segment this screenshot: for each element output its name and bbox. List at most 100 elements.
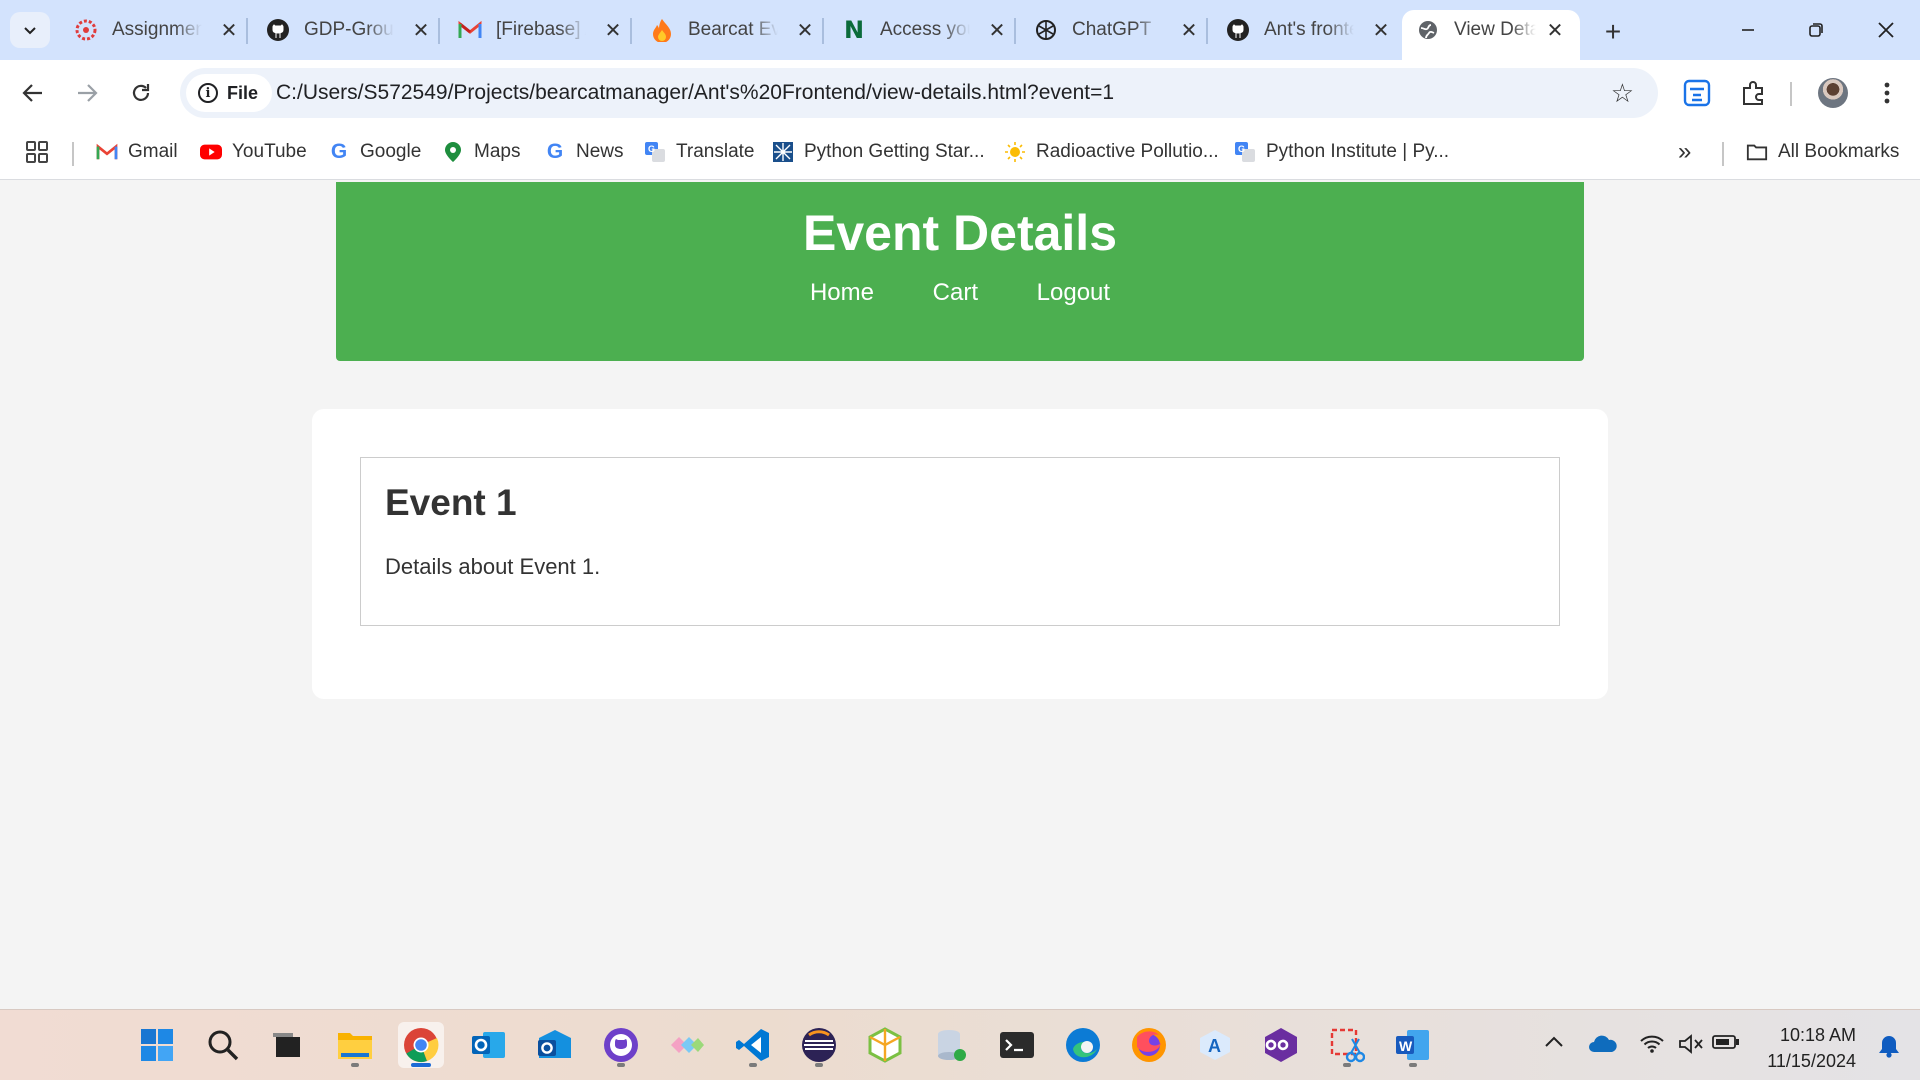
new-tab-button[interactable]: + xyxy=(1598,16,1628,48)
tab-firebase-mail[interactable]: [Firebase] Access ✕ xyxy=(444,10,638,50)
edge-icon xyxy=(1066,1028,1100,1062)
volume-button[interactable] xyxy=(1678,1034,1704,1054)
running-indicator xyxy=(815,1063,823,1067)
maps-icon xyxy=(442,141,464,163)
google-news-icon: G xyxy=(546,140,564,163)
tab-search-button[interactable] xyxy=(10,12,50,48)
taskbar-word[interactable]: W xyxy=(1390,1022,1436,1068)
forward-button[interactable] xyxy=(70,76,104,110)
eclipse-icon xyxy=(802,1028,836,1062)
windows-start-icon xyxy=(141,1029,173,1061)
show-hidden-icons-button[interactable] xyxy=(1544,1034,1564,1048)
taskbar-edge[interactable] xyxy=(1060,1022,1106,1068)
tab-view-details[interactable]: View Details ✕ xyxy=(1402,10,1580,60)
taskbar-terminal[interactable] xyxy=(994,1022,1040,1068)
gmail-icon xyxy=(458,18,482,42)
taskbar-firefox[interactable] xyxy=(1126,1022,1172,1068)
nav-link-home[interactable]: Home xyxy=(810,279,874,306)
address-bar[interactable]: i File C:/Users/S572549/Projects/bearcat… xyxy=(180,68,1658,118)
close-icon[interactable]: ✕ xyxy=(218,19,240,42)
tab-ants-frontend[interactable]: Ant's frontend ✕ xyxy=(1212,10,1406,50)
bookmark-radioactive-pollution[interactable]: Radioactive Pollutio... xyxy=(1004,138,1219,166)
start-button[interactable] xyxy=(134,1022,180,1068)
more-bookmarks-button[interactable]: » xyxy=(1678,138,1691,166)
notifications-button[interactable] xyxy=(1878,1034,1900,1063)
site-info-chip[interactable]: i File xyxy=(186,74,273,112)
bookmark-star-icon[interactable]: ☆ xyxy=(1611,78,1634,109)
bookmark-maps[interactable]: Maps xyxy=(442,138,520,166)
plus-icon: + xyxy=(1604,16,1622,47)
taskbar-vscode[interactable] xyxy=(730,1022,776,1068)
url-text[interactable]: C:/Users/S572549/Projects/bearcatmanager… xyxy=(276,81,1114,105)
menu-button[interactable] xyxy=(1870,76,1904,110)
taskbar-font-app[interactable]: A xyxy=(1192,1022,1238,1068)
close-icon[interactable]: ✕ xyxy=(986,19,1008,42)
snipping-tool-icon xyxy=(1330,1028,1365,1063)
tab-gdp-group[interactable]: GDP-Group ✕ xyxy=(252,10,446,50)
taskbar-database-app[interactable] xyxy=(928,1022,974,1068)
close-icon[interactable]: ✕ xyxy=(794,19,816,42)
close-window-button[interactable] xyxy=(1866,12,1906,48)
taskbar-outlook[interactable] xyxy=(466,1022,512,1068)
onedrive-button[interactable] xyxy=(1588,1034,1618,1054)
notion-icon: N xyxy=(843,16,865,44)
arrow-right-icon xyxy=(78,84,98,102)
chevron-down-icon xyxy=(24,27,36,35)
taskbar-file-explorer[interactable] xyxy=(332,1022,378,1068)
tab-divider xyxy=(438,18,440,44)
close-icon[interactable]: ✕ xyxy=(1178,19,1200,42)
extension-button[interactable] xyxy=(1680,76,1714,110)
bookmark-youtube[interactable]: YouTube xyxy=(200,138,307,166)
svg-text:G: G xyxy=(1238,144,1245,154)
tab-access-your[interactable]: N Access your ✕ xyxy=(828,10,1022,50)
taskbar-box-app[interactable] xyxy=(862,1022,908,1068)
bookmark-python-institute[interactable]: G Python Institute | Py... xyxy=(1234,138,1449,166)
close-icon[interactable]: ✕ xyxy=(410,19,432,42)
tab-bearcat-events[interactable]: Bearcat Events ✕ xyxy=(636,10,830,50)
site-nav: Home Cart Logout xyxy=(336,279,1584,307)
apps-button[interactable] xyxy=(26,138,48,166)
nav-link-cart[interactable]: Cart xyxy=(933,279,978,306)
minimize-button[interactable] xyxy=(1728,12,1768,48)
bookmark-python-getting-started[interactable]: Python Getting Star... xyxy=(772,138,985,166)
system-clock[interactable]: 10:18 AM 11/15/2024 xyxy=(1767,1022,1856,1074)
volume-muted-icon xyxy=(1679,1034,1703,1054)
bookmark-google[interactable]: G Google xyxy=(328,138,421,166)
bookmark-gmail[interactable]: Gmail xyxy=(96,138,178,166)
bookmark-news[interactable]: G News xyxy=(544,138,624,166)
taskbar-search-button[interactable] xyxy=(200,1022,246,1068)
clock-time: 10:18 AM xyxy=(1779,1025,1856,1045)
battery-icon xyxy=(1712,1035,1739,1049)
tab-assignments[interactable]: Assignments ✕ xyxy=(60,10,254,50)
taskbar-visual-studio[interactable] xyxy=(1258,1022,1304,1068)
close-icon[interactable]: ✕ xyxy=(1544,19,1566,42)
close-icon[interactable]: ✕ xyxy=(1370,19,1392,42)
restore-button[interactable] xyxy=(1796,12,1836,48)
task-view-button[interactable] xyxy=(264,1022,310,1068)
running-indicator xyxy=(1409,1063,1417,1067)
gmail-icon xyxy=(96,141,118,163)
all-bookmarks-button[interactable]: All Bookmarks xyxy=(1746,138,1899,166)
close-icon[interactable]: ✕ xyxy=(602,19,624,42)
terminal-icon xyxy=(1000,1032,1034,1058)
taskbar-chrome[interactable] xyxy=(398,1022,444,1068)
wifi-button[interactable] xyxy=(1640,1034,1664,1054)
taskbar-eclipse[interactable] xyxy=(796,1022,842,1068)
reload-button[interactable] xyxy=(124,76,158,110)
bookmark-translate[interactable]: G Translate xyxy=(644,138,755,166)
double-chevron-right-icon: » xyxy=(1678,138,1692,165)
taskbar-github-desktop[interactable] xyxy=(598,1022,644,1068)
battery-button[interactable] xyxy=(1712,1034,1740,1050)
git-icon xyxy=(671,1037,704,1053)
extensions-button[interactable] xyxy=(1736,76,1770,110)
minimize-icon xyxy=(1742,29,1754,31)
taskbar-outlook-new[interactable] xyxy=(532,1022,578,1068)
profile-avatar[interactable] xyxy=(1818,78,1848,108)
back-button[interactable] xyxy=(16,76,50,110)
taskbar-snipping-tool[interactable] xyxy=(1324,1022,1370,1068)
running-indicator xyxy=(749,1063,757,1067)
tab-chatgpt[interactable]: ChatGPT ✕ xyxy=(1020,10,1214,50)
nav-link-logout[interactable]: Logout xyxy=(1037,279,1110,306)
taskbar-git-tool[interactable] xyxy=(664,1022,710,1068)
database-icon xyxy=(938,1030,966,1061)
